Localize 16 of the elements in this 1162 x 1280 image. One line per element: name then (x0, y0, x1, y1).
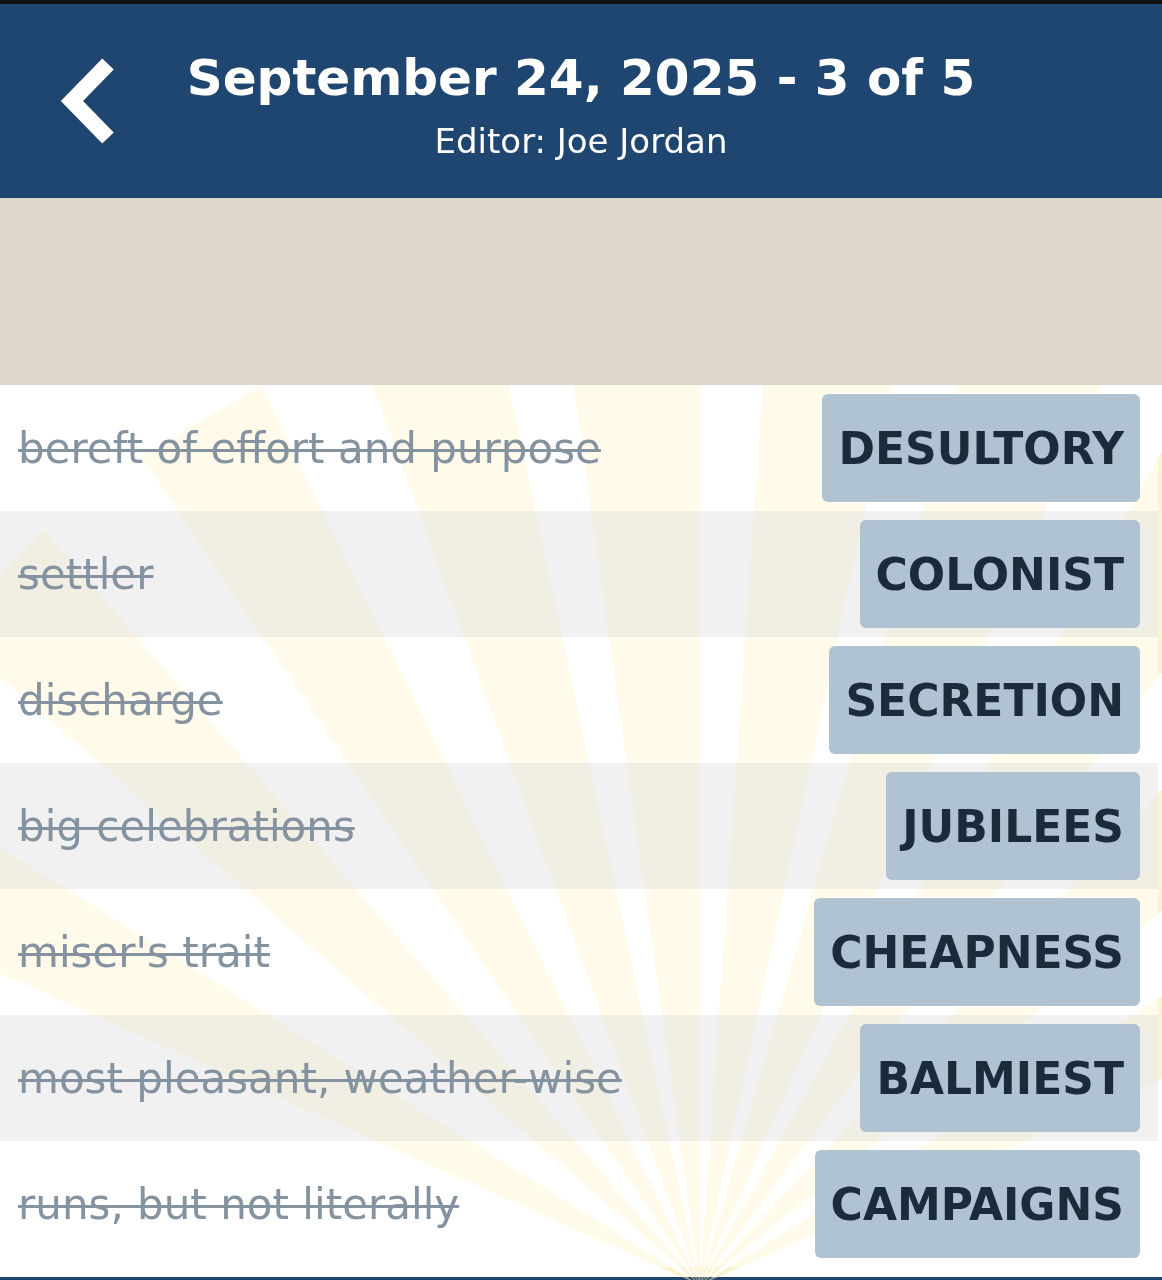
clue-text: bereft of effort and purpose (18, 423, 601, 473)
clue-text: most pleasant, weather-wise (18, 1053, 622, 1103)
clue-text: runs, but not literally (18, 1179, 460, 1229)
clue-text: settler (18, 549, 154, 599)
answer-tile[interactable]: BALMIEST (860, 1024, 1140, 1132)
answer-tile[interactable]: SECRETION (829, 646, 1140, 754)
answer-tile[interactable]: COLONIST (859, 520, 1140, 628)
editor-name: Editor: Joe Jordan (434, 121, 728, 161)
answer-tile[interactable]: DESULTORY (822, 394, 1140, 502)
clue-text: big celebrations (18, 801, 355, 851)
answer-tile[interactable]: CAMPAIGNS (814, 1150, 1140, 1258)
puzzle-title: September 24, 2025 - 3 of 5 (186, 49, 976, 107)
clue-text: miser's trait (18, 927, 270, 977)
answer-tile[interactable]: CHEAPNESS (814, 898, 1140, 1006)
clue-text: discharge (18, 675, 223, 725)
answer-tile[interactable]: JUBILEES (886, 772, 1140, 880)
